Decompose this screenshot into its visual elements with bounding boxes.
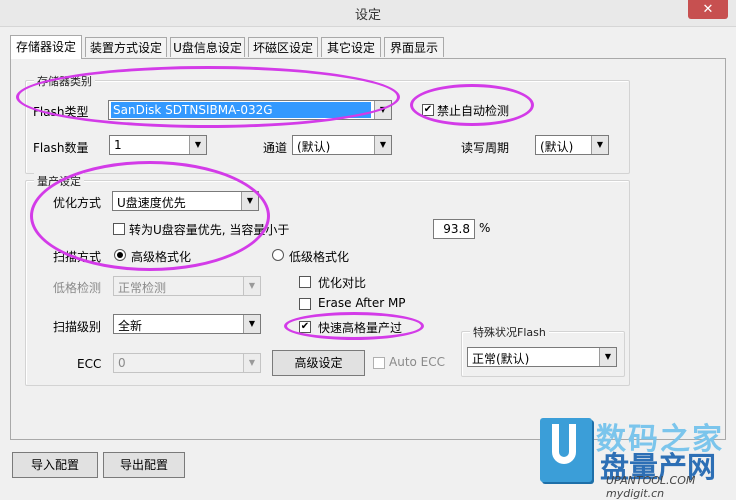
title-bar: 设定 ✕ [0, 0, 736, 27]
capacity-threshold-input[interactable]: 93.8 [433, 219, 475, 239]
flash-count-select[interactable]: 1 ▼ [109, 135, 207, 155]
capacity-priority-checkbox[interactable] [113, 223, 125, 235]
rw-cycle-select[interactable]: (默认) ▼ [535, 135, 609, 155]
tab-interface-display[interactable]: 界面显示 [384, 37, 444, 57]
close-icon: ✕ [702, 2, 714, 17]
special-flash-value: 正常(默认) [472, 352, 530, 366]
low-format-detect-value: 正常检测 [118, 281, 167, 295]
channel-select[interactable]: (默认) ▼ [292, 135, 392, 155]
settings-panel: 存储器类别 Flash类型 SanDisk SDTNSIBMA-032G ▼ ✔… [10, 58, 726, 440]
scan-level-value: 全新 [118, 319, 143, 333]
scan-level-label: 扫描级别 [53, 320, 102, 334]
channel-label: 通道 [263, 141, 288, 155]
low-format-radio[interactable] [272, 249, 284, 261]
channel-value: (默认) [297, 140, 331, 154]
window-title: 设定 [354, 8, 381, 23]
chevron-down-icon: ▼ [599, 348, 616, 366]
rw-cycle-label: 读写周期 [461, 141, 510, 155]
auto-ecc-label: Auto ECC [389, 355, 446, 369]
production-group-title: 量产设定 [34, 173, 84, 189]
ecc-value: 0 [118, 356, 126, 370]
import-config-button[interactable]: 导入配置 [12, 452, 98, 478]
watermark-url: UPANTOOL.COM mydigit.cn [606, 474, 696, 500]
scan-mode-label: 扫描方式 [53, 250, 102, 264]
erase-after-mp-checkbox[interactable] [299, 298, 311, 310]
optimize-mode-label: 优化方式 [53, 196, 102, 210]
advanced-settings-button[interactable]: 高级设定 [272, 350, 365, 376]
high-format-label: 高级格式化 [131, 250, 192, 264]
storage-type-group: 存储器类别 [25, 73, 630, 174]
ecc-label: ECC [77, 357, 102, 371]
optimize-mode-value: U盘速度优先 [117, 196, 186, 210]
udisk-logo-icon [540, 418, 592, 482]
chevron-down-icon: ▼ [591, 136, 608, 154]
high-format-radio[interactable] [114, 249, 126, 261]
fast-high-format-label: 快速高格量产过 [318, 321, 403, 335]
storage-group-title: 存储器类别 [34, 73, 95, 89]
chevron-down-icon: ▼ [374, 136, 391, 154]
low-format-detect-select[interactable]: 正常检测 ▼ [113, 276, 261, 296]
percent-label: % [479, 221, 491, 235]
low-format-label: 低级格式化 [289, 250, 350, 264]
low-format-detect-label: 低格检测 [53, 281, 102, 295]
close-button[interactable]: ✕ [688, 0, 728, 19]
chevron-down-icon: ▼ [241, 192, 258, 210]
tab-udisk-info-settings[interactable]: U盘信息设定 [170, 37, 245, 57]
site-watermark: 数码之家 盘量产网 UPANTOOL.COM mydigit.cn [540, 414, 736, 500]
optimize-mode-select[interactable]: U盘速度优先 ▼ [112, 191, 259, 211]
special-flash-select[interactable]: 正常(默认) ▼ [467, 347, 617, 367]
chevron-down-icon: ▼ [243, 315, 260, 333]
disable-auto-detect-label: 禁止自动检测 [437, 104, 510, 118]
tab-other-settings[interactable]: 其它设定 [321, 37, 381, 57]
flash-type-select[interactable]: SanDisk SDTNSIBMA-032G ▼ [108, 100, 392, 120]
flash-type-label: Flash类型 [33, 105, 89, 119]
tab-storage-settings[interactable]: 存储器设定 [10, 35, 82, 59]
tab-device-mode-settings[interactable]: 装置方式设定 [85, 37, 167, 57]
chevron-down-icon: ▼ [243, 354, 260, 372]
flash-type-value: SanDisk SDTNSIBMA-032G [111, 102, 371, 118]
tab-bad-block-settings[interactable]: 坏磁区设定 [248, 37, 318, 57]
erase-after-mp-label: Erase After MP [318, 296, 406, 310]
optimize-compare-label: 优化对比 [318, 276, 367, 290]
flash-count-value: 1 [114, 138, 122, 152]
scan-level-select[interactable]: 全新 ▼ [113, 314, 261, 334]
flash-count-label: Flash数量 [33, 141, 89, 155]
fast-high-format-checkbox[interactable]: ✔ [299, 321, 311, 333]
export-config-button[interactable]: 导出配置 [103, 452, 185, 478]
chevron-down-icon: ▼ [374, 101, 391, 119]
disable-auto-detect-checkbox[interactable]: ✔ [422, 104, 434, 116]
ecc-select[interactable]: 0 ▼ [113, 353, 261, 373]
optimize-compare-checkbox[interactable] [299, 276, 311, 288]
chevron-down-icon: ▼ [243, 277, 260, 295]
chevron-down-icon: ▼ [189, 136, 206, 154]
capacity-priority-label: 转为U盘容量优先, 当容量小于 [129, 223, 290, 237]
auto-ecc-checkbox[interactable] [373, 357, 385, 369]
rw-cycle-value: (默认) [540, 140, 574, 154]
special-flash-title: 特殊状况Flash [470, 324, 549, 340]
